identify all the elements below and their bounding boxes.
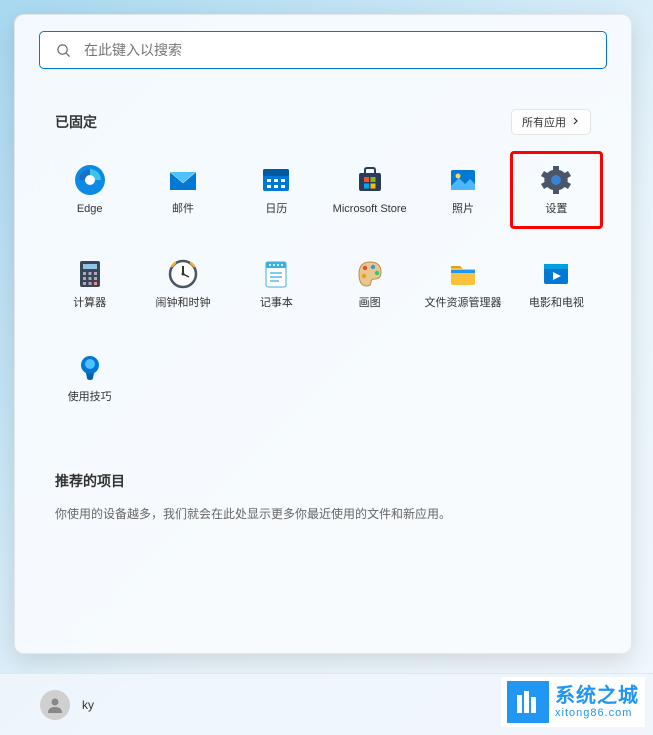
all-apps-button[interactable]: 所有应用 [511, 109, 591, 135]
app-label: 照片 [452, 203, 474, 216]
settings-icon [539, 163, 573, 197]
app-photos[interactable]: 照片 [416, 151, 509, 229]
store-icon [353, 163, 387, 197]
app-edge[interactable]: Edge [43, 151, 136, 229]
watermark-logo-icon [507, 681, 549, 723]
start-menu-panel: 已固定 所有应用 Edge 邮件 日历 [14, 14, 632, 654]
app-label: Microsoft Store [333, 203, 407, 216]
chevron-right-icon [572, 116, 580, 128]
avatar-icon [40, 690, 70, 720]
tips-icon [73, 351, 107, 385]
recommended-description: 你使用的设备越多，我们就会在此处显示更多你最近使用的文件和新应用。 [55, 505, 591, 522]
app-label: 邮件 [172, 203, 194, 216]
user-profile-button[interactable]: ky [40, 690, 94, 720]
app-label: 计算器 [73, 297, 106, 310]
pinned-header: 已固定 所有应用 [15, 85, 631, 147]
app-tips[interactable]: 使用技巧 [43, 339, 136, 417]
search-icon [54, 41, 72, 59]
edge-icon [73, 163, 107, 197]
app-clock[interactable]: 闹钟和时钟 [136, 245, 229, 323]
photos-icon [446, 163, 480, 197]
app-label: 电影和电视 [529, 297, 584, 310]
pinned-title: 已固定 [55, 112, 97, 132]
app-calculator[interactable]: 计算器 [43, 245, 136, 323]
calculator-icon [73, 257, 107, 291]
clock-icon [166, 257, 200, 291]
app-label: 闹钟和时钟 [155, 297, 210, 310]
paint-icon [353, 257, 387, 291]
watermark-title: 系统之城 [555, 685, 639, 707]
app-file-explorer[interactable]: 文件资源管理器 [416, 245, 509, 323]
app-mail[interactable]: 邮件 [136, 151, 229, 229]
app-movies-tv[interactable]: 电影和电视 [510, 245, 603, 323]
calendar-icon [259, 163, 293, 197]
app-label: 日历 [265, 203, 287, 216]
app-label: 文件资源管理器 [424, 297, 501, 310]
app-label: 设置 [545, 203, 567, 216]
app-settings[interactable]: 设置 [510, 151, 603, 229]
app-label: 记事本 [260, 297, 293, 310]
app-paint[interactable]: 画图 [323, 245, 416, 323]
app-label: Edge [77, 203, 103, 216]
mail-icon [166, 163, 200, 197]
pinned-apps-grid: Edge 邮件 日历 Microsoft Store 照片 [15, 147, 631, 421]
notepad-icon [259, 257, 293, 291]
app-calendar[interactable]: 日历 [230, 151, 323, 229]
app-label: 使用技巧 [68, 391, 112, 404]
all-apps-label: 所有应用 [522, 114, 566, 130]
recommended-title: 推荐的项目 [55, 471, 591, 491]
app-notepad[interactable]: 记事本 [230, 245, 323, 323]
watermark-url: xitong86.com [555, 707, 639, 719]
movies-icon [539, 257, 573, 291]
search-input[interactable] [84, 42, 592, 58]
app-microsoft-store[interactable]: Microsoft Store [323, 151, 416, 229]
watermark-text: 系统之城 xitong86.com [555, 685, 639, 719]
app-label: 画图 [359, 297, 381, 310]
search-bar[interactable] [39, 31, 607, 69]
username-label: ky [82, 698, 94, 712]
explorer-icon [446, 257, 480, 291]
watermark: 系统之城 xitong86.com [501, 677, 645, 727]
recommended-section: 推荐的项目 你使用的设备越多，我们就会在此处显示更多你最近使用的文件和新应用。 [15, 421, 631, 532]
